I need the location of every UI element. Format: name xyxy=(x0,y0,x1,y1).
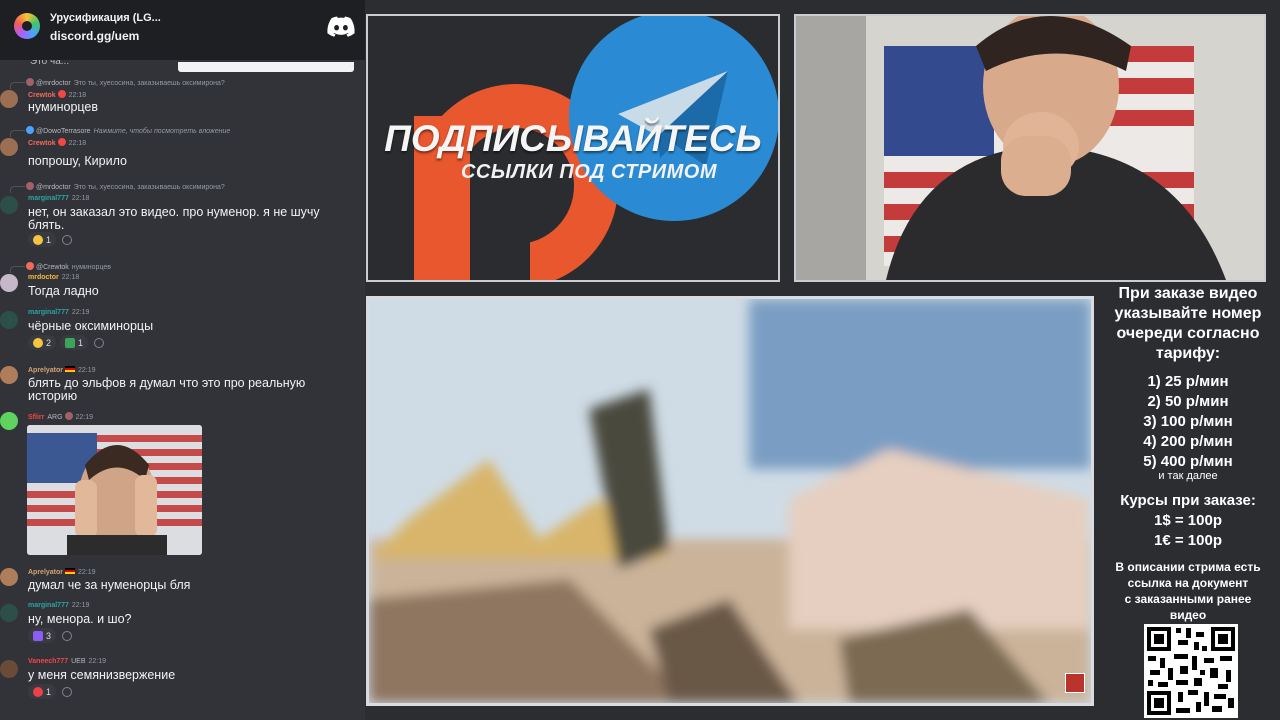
add-reaction-icon[interactable] xyxy=(94,338,105,348)
author-name[interactable]: Crewtok xyxy=(28,92,56,99)
channel-avatar-icon[interactable] xyxy=(1065,673,1085,693)
reactions-row: 1 xyxy=(28,684,73,700)
author-name[interactable]: Aprelyator xyxy=(28,569,63,576)
discord-widget-header: Урусификация (LG... discord.gg/uem xyxy=(0,0,365,60)
message-text: думал че за нуменорцы бля xyxy=(28,578,191,592)
reaction-button[interactable]: 1 xyxy=(60,335,89,350)
streamer-webcam-image xyxy=(796,16,1264,280)
server-icon[interactable] xyxy=(14,13,40,39)
message-image-attachment[interactable] xyxy=(27,425,202,555)
qr-code[interactable] xyxy=(1144,624,1238,718)
avatar[interactable] xyxy=(0,274,18,292)
reaction-button[interactable]: 1 xyxy=(28,232,57,247)
clan-tag: ARG xyxy=(47,414,63,421)
role-badge-icon xyxy=(64,412,73,420)
reaction-button[interactable]: 1 xyxy=(28,684,57,699)
reactions-row: 2 1 xyxy=(28,335,105,351)
banner-subtitle: ССЫЛКИ ПОД СТРИМОМ xyxy=(460,161,718,183)
reactions-row: 1 xyxy=(28,232,73,248)
price-list: 1) 25 р/мин 2) 50 р/мин 3) 100 р/мин 4) … xyxy=(1096,372,1280,472)
author-name[interactable]: mrdoctor xyxy=(28,274,59,281)
subscribe-banner: ПОДПИСЫВАЙТЕСЬ ССЫЛКИ ПОД СТРИМОМ xyxy=(366,14,780,282)
avatar[interactable] xyxy=(0,311,18,329)
message-text-line-1: нет, он заказал это видео. про нуменор. … xyxy=(28,205,320,219)
message-text-line-2: блять. xyxy=(28,218,65,232)
message-text: чёрные оксиминорцы xyxy=(28,319,154,333)
message-text: ну, менора. и шо? xyxy=(28,612,132,626)
avatar[interactable] xyxy=(0,366,18,384)
role-badge-icon xyxy=(57,90,66,98)
order-instructions: При заказе видео указывайте номер очеред… xyxy=(1114,285,1262,362)
add-reaction-icon[interactable] xyxy=(62,687,73,697)
avatar[interactable] xyxy=(0,604,18,622)
price-list-etc: и так далее xyxy=(1158,470,1218,482)
emoji-icon xyxy=(33,337,43,348)
flag-photo-image xyxy=(27,425,202,555)
discord-chat-overlay: Это ча... @mrdoctor Это ты, хуесосина, за… xyxy=(0,0,365,720)
reactions-row: 3 xyxy=(28,628,73,644)
emoji-icon xyxy=(33,630,43,641)
price-item: 3) 100 р/мин xyxy=(1143,413,1233,430)
avatar[interactable] xyxy=(0,138,18,156)
reaction-button[interactable]: 3 xyxy=(28,628,57,643)
description-note: В описании стрима есть ссылка на докумен… xyxy=(1115,560,1261,622)
flag-icon xyxy=(65,366,76,372)
invite-link[interactable]: discord.gg/uem xyxy=(50,29,139,43)
message-text: у меня семянизвержение xyxy=(28,668,176,682)
price-item: 4) 200 р/мин xyxy=(1143,433,1233,450)
price-item: 5) 400 р/мин xyxy=(1143,453,1233,470)
add-reaction-icon[interactable] xyxy=(62,631,73,641)
author-name[interactable]: Vaneech777 xyxy=(28,658,68,665)
reply-preview: @mrdoctor Это ты, хуесосина, заказываешь … xyxy=(10,182,225,193)
message-input-edge xyxy=(178,62,354,72)
exchange-rate: 1$ = 100р xyxy=(1154,512,1222,529)
discord-icon[interactable] xyxy=(327,16,355,38)
qr-code-icon xyxy=(1144,624,1238,718)
webcam-feed xyxy=(794,14,1266,282)
message-text: нуминорцев xyxy=(28,100,99,114)
exchange-rate: 1€ = 100р xyxy=(1154,532,1222,549)
emoji-icon xyxy=(33,686,43,697)
author-name[interactable]: marginal777 xyxy=(28,195,69,202)
price-item: 2) 50 р/мин xyxy=(1147,393,1229,410)
add-reaction-icon[interactable] xyxy=(62,235,73,245)
emoji-icon xyxy=(65,337,76,348)
author-name[interactable]: Sflirr xyxy=(28,414,44,421)
price-item: 1) 25 р/мин xyxy=(1147,373,1229,390)
server-name: Урусификация (LG... xyxy=(50,12,161,24)
reply-preview: @Crewtok нуминорцев xyxy=(10,262,111,273)
clan-tag: UEB xyxy=(71,658,86,665)
avatar[interactable] xyxy=(0,660,18,678)
video-player[interactable] xyxy=(366,296,1094,706)
emoji-icon xyxy=(33,234,43,245)
author-name[interactable]: Crewtok xyxy=(28,140,56,147)
reply-preview: @mrdoctor Это ты, хуесосина, заказываешь … xyxy=(10,78,225,89)
message-text-line-1: блять до эльфов я думал что это про реал… xyxy=(28,376,306,390)
avatar[interactable] xyxy=(0,196,18,214)
flag-icon xyxy=(65,568,76,574)
author-name[interactable]: marginal777 xyxy=(28,309,69,316)
exchange-rates-title: Курсы при заказе: xyxy=(1120,492,1256,509)
author-name[interactable]: marginal777 xyxy=(28,602,69,609)
message-text-line-2: историю xyxy=(28,389,78,403)
reaction-button[interactable]: 2 xyxy=(28,335,57,350)
blurred-battle-scene xyxy=(369,299,1091,703)
role-badge-icon xyxy=(57,138,66,146)
avatar[interactable] xyxy=(0,568,18,586)
avatar[interactable] xyxy=(0,90,18,108)
message-text: попрошу, Кирило xyxy=(28,154,127,168)
avatar[interactable] xyxy=(0,412,18,430)
message-text: Тогда ладно xyxy=(28,284,99,298)
author-name[interactable]: Aprelyator xyxy=(28,367,63,374)
reply-preview: @DowoTerrasore Нажмите, чтобы посмотреть … xyxy=(9,126,230,137)
banner-title: ПОДПИСЫВАЙТЕСЬ xyxy=(384,118,762,159)
